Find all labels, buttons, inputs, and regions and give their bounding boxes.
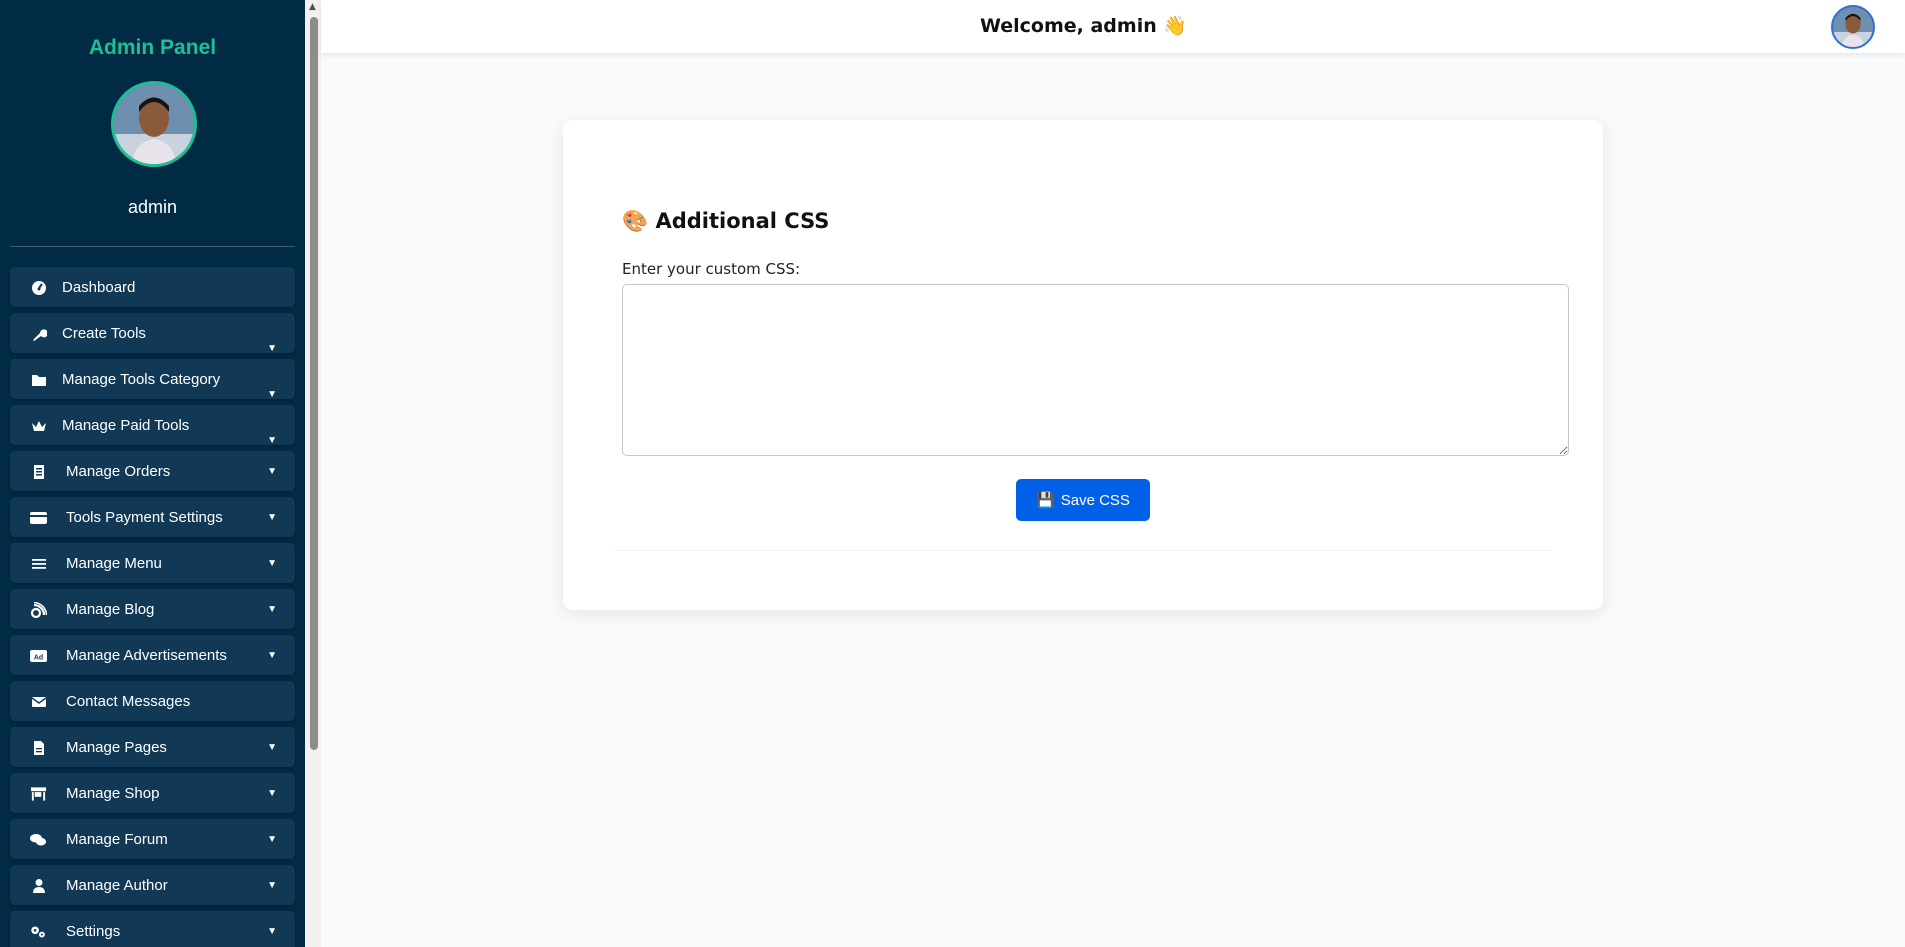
profile-avatar[interactable] (111, 81, 197, 167)
sidebar-item-manage-tools-category[interactable]: Manage Tools Category ▼ (10, 359, 295, 400)
card-divider (612, 550, 1552, 551)
chevron-down-icon: ▼ (267, 512, 277, 523)
page-title: 🎨 Additional CSS (622, 209, 830, 233)
additional-css-card: 🎨 Additional CSS Enter your custom CSS: … (563, 120, 1603, 610)
sidebar-item-label: Manage Advertisements (66, 647, 227, 664)
sidebar-item-tools-payment-settings[interactable]: Tools Payment Settings ▼ (10, 497, 295, 537)
chevron-down-icon: ▼ (267, 343, 277, 354)
crown-icon (30, 417, 47, 434)
sidebar-item-manage-orders[interactable]: Manage Orders ▼ (10, 451, 295, 491)
chevron-down-icon: ▼ (267, 650, 277, 661)
sidebar-item-label: Manage Pages (66, 739, 167, 756)
sidebar-item-dashboard[interactable]: Dashboard (10, 267, 295, 307)
chevron-down-icon: ▼ (267, 834, 277, 845)
save-button-label: Save CSS (1060, 491, 1130, 509)
sidebar-item-label: Manage Tools Category (62, 371, 221, 388)
sidebar-item-label: Create Tools (62, 325, 146, 342)
chevron-down-icon: ▼ (267, 435, 277, 446)
blog-icon (30, 601, 47, 618)
chevron-down-icon: ▼ (267, 742, 277, 753)
sidebar-item-label: Manage Menu (66, 555, 162, 572)
header-avatar[interactable] (1831, 5, 1875, 49)
welcome-message: Welcome, admin 👋 (979, 15, 1188, 37)
dashboard-icon (30, 279, 47, 296)
gears-icon (30, 923, 47, 940)
top-header: Welcome, admin 👋 (321, 0, 1905, 53)
credit-card-icon (30, 509, 47, 526)
sidebar-item-manage-forum[interactable]: Manage Forum ▼ (10, 819, 295, 859)
ad-icon: Ad (30, 647, 47, 664)
avatar-image (1833, 7, 1873, 47)
sidebar-item-label: Contact Messages (66, 693, 191, 710)
chevron-down-icon: ▼ (267, 389, 277, 400)
brand-title: Admin Panel (88, 36, 217, 59)
floppy-disk-icon: 💾 (1036, 492, 1055, 509)
receipt-icon (30, 463, 47, 480)
sidebar-item-manage-paid-tools[interactable]: Manage Paid Tools ▼ (10, 405, 295, 446)
file-icon (30, 739, 47, 756)
store-icon (30, 785, 47, 802)
sidebar-item-manage-blog[interactable]: Manage Blog ▼ (10, 589, 295, 629)
folder-icon (30, 371, 47, 388)
sidebar-divider (10, 246, 295, 247)
user-icon (30, 877, 47, 894)
custom-css-textarea[interactable] (622, 284, 1569, 456)
sidebar-item-label: Manage Orders (66, 463, 171, 480)
sidebar-item-manage-author[interactable]: Manage Author ▼ (10, 865, 295, 905)
svg-text:Ad: Ad (34, 654, 43, 661)
sidebar-item-label: Tools Payment Settings (66, 509, 223, 526)
avatar-image (114, 84, 194, 164)
chevron-down-icon: ▼ (267, 880, 277, 891)
sidebar-item-manage-pages[interactable]: Manage Pages ▼ (10, 727, 295, 767)
sidebar-item-label: Manage Forum (66, 831, 168, 848)
sidebar-scrollbar[interactable]: ▲ (305, 0, 321, 947)
chevron-down-icon: ▼ (267, 788, 277, 799)
sidebar-item-label: Manage Blog (66, 601, 155, 618)
sidebar-item-manage-advertisements[interactable]: Ad Manage Advertisements ▼ (10, 635, 295, 675)
css-field-label: Enter your custom CSS: (622, 260, 801, 278)
save-css-button[interactable]: 💾 Save CSS (1016, 479, 1150, 521)
sidebar-item-label: Manage Paid Tools (62, 417, 190, 434)
sidebar-item-create-tools[interactable]: Create Tools ▼ (10, 313, 295, 354)
sidebar-item-label: Manage Author (66, 877, 168, 894)
sidebar-item-label: Settings (66, 923, 121, 940)
sidebar-item-label: Dashboard (62, 279, 136, 296)
sidebar-nav: Dashboard Create Tools ▼ Manage Tools Ca… (10, 267, 295, 947)
chevron-down-icon: ▼ (267, 558, 277, 569)
sidebar-item-manage-menu[interactable]: Manage Menu ▼ (10, 543, 295, 583)
sidebar-item-contact-messages[interactable]: Contact Messages (10, 681, 295, 721)
sidebar: Admin Panel admin Dashboard Create Tools… (0, 0, 305, 947)
menu-icon (30, 555, 47, 572)
wrench-icon (30, 325, 47, 342)
sidebar-item-settings[interactable]: Settings ▼ (10, 911, 295, 947)
chevron-down-icon: ▼ (267, 926, 277, 937)
scroll-up-arrow-icon[interactable]: ▲ (309, 2, 316, 12)
scrollbar-thumb[interactable] (310, 17, 318, 750)
envelope-icon (30, 693, 47, 710)
sidebar-item-manage-shop[interactable]: Manage Shop ▼ (10, 773, 295, 813)
chevron-down-icon: ▼ (267, 604, 277, 615)
comments-icon (30, 831, 47, 848)
sidebar-username: admin (127, 197, 178, 217)
chevron-down-icon: ▼ (267, 466, 277, 477)
sidebar-item-label: Manage Shop (66, 785, 160, 802)
